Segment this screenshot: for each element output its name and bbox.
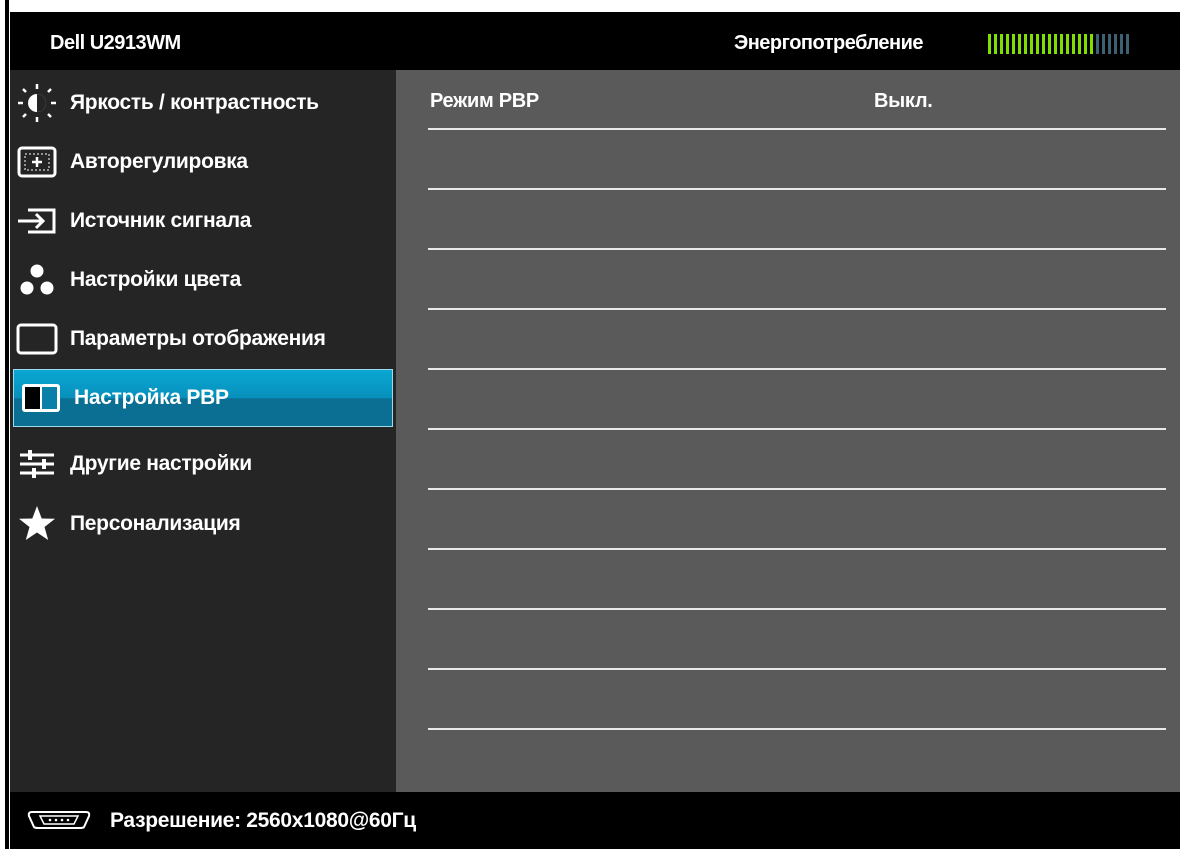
menu-item-label: Параметры отображения (70, 327, 326, 350)
empty-row (428, 670, 1166, 730)
power-meter-segment (1102, 34, 1105, 54)
empty-row (428, 550, 1166, 610)
empty-row (428, 250, 1166, 310)
empty-row (428, 490, 1166, 550)
menu-item-other-settings[interactable]: Другие настройки (10, 435, 396, 493)
setting-value: Выкл. (874, 90, 933, 112)
brightness-icon (16, 83, 58, 123)
power-meter-segment (1060, 34, 1063, 54)
menu-item-label: Настройка PBP (74, 386, 229, 409)
empty-row (428, 370, 1166, 430)
empty-row (428, 310, 1166, 370)
menu-item-personalize[interactable]: Персонализация (10, 495, 396, 553)
power-meter-segment (1048, 34, 1051, 54)
menu-item-label: Яркость / контрастность (70, 91, 319, 114)
auto-adjust-icon (16, 142, 58, 182)
power-meter-segment (1090, 34, 1093, 54)
osd-menu: Яркость / контрастность Авторегулировка (10, 70, 396, 792)
power-meter-segment (1006, 34, 1009, 54)
color-dots-icon (16, 260, 58, 300)
menu-item-color-settings[interactable]: Настройки цвета (10, 251, 396, 309)
power-meter-segment (1126, 34, 1129, 54)
menu-item-label: Настройки цвета (70, 268, 242, 291)
power-consumption-label: Энергопотребление (734, 32, 924, 54)
resolution-status: Разрешение: 2560x1080@60Гц (110, 809, 416, 832)
power-meter-segment (1084, 34, 1087, 54)
empty-row (428, 190, 1166, 250)
menu-item-label: Другие настройки (70, 452, 252, 475)
menu-item-auto-adjust[interactable]: Авторегулировка (10, 133, 396, 191)
osd-header: Dell U2913WM Энергопотребление (10, 12, 1180, 70)
submenu-panel: Режим PBP Выкл. (396, 70, 1180, 792)
power-meter-segment (1012, 34, 1015, 54)
pbp-icon (20, 378, 62, 418)
empty-row (428, 610, 1166, 670)
power-meter-segment (1042, 34, 1045, 54)
menu-item-label: Персонализация (70, 512, 241, 535)
power-meter-segment (994, 34, 997, 54)
power-meter-segment (1054, 34, 1057, 54)
display-rect-icon (16, 319, 58, 359)
empty-row (428, 430, 1166, 490)
power-meter-segment (1072, 34, 1075, 54)
model-name: Dell U2913WM (50, 32, 181, 54)
power-meter-segment (1024, 34, 1027, 54)
power-meter-segment (1078, 34, 1081, 54)
power-meter-segment (1114, 34, 1117, 54)
monitor-osd: Dell U2913WM Энергопотребление Яркость /… (0, 0, 1189, 849)
power-meter-segment (1120, 34, 1123, 54)
menu-item-label: Источник сигнала (70, 209, 252, 232)
empty-row (428, 130, 1166, 190)
frame-border (5, 0, 9, 849)
power-meter-segment (988, 34, 991, 54)
power-meter-segment (1066, 34, 1069, 54)
menu-item-pbp-settings[interactable]: Настройка PBP (13, 369, 393, 427)
vga-connector-icon (26, 809, 92, 836)
star-icon (16, 504, 58, 544)
input-source-icon (16, 201, 58, 241)
menu-item-label: Авторегулировка (70, 150, 248, 173)
power-meter-segment (1096, 34, 1099, 54)
pbp-mode-row[interactable]: Режим PBP Выкл. (428, 70, 1166, 130)
power-meter-segment (1108, 34, 1111, 54)
setting-name: Режим PBP (430, 90, 539, 112)
power-meter (988, 34, 1129, 54)
power-meter-segment (1018, 34, 1021, 54)
sliders-icon (16, 444, 58, 484)
power-meter-segment (1000, 34, 1003, 54)
menu-item-input-source[interactable]: Источник сигнала (10, 192, 396, 250)
power-meter-segment (1036, 34, 1039, 54)
osd-footer: Разрешение: 2560x1080@60Гц (10, 792, 1180, 849)
menu-item-brightness-contrast[interactable]: Яркость / контрастность (10, 74, 396, 132)
menu-item-display-settings[interactable]: Параметры отображения (10, 310, 396, 368)
power-meter-segment (1030, 34, 1033, 54)
